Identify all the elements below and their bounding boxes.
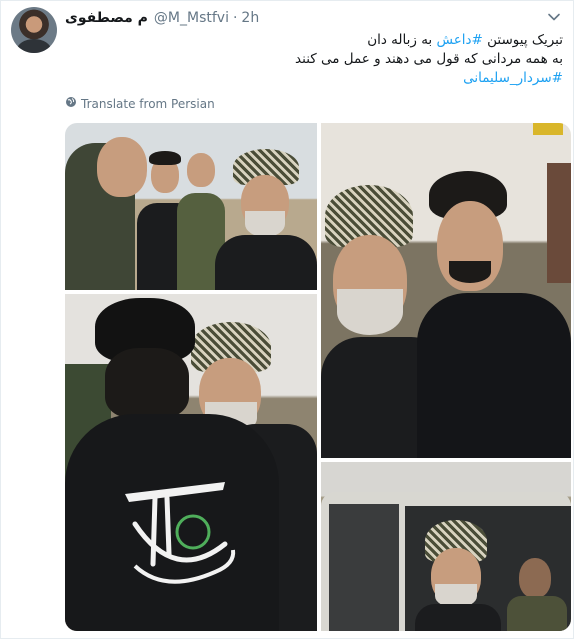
translate-label: Translate from Persian [81,96,215,111]
avatar-shirt [17,39,51,53]
text-fragment: به زباله دان [367,32,437,48]
tshirt-print [125,482,236,584]
timestamp[interactable]: 2h [241,10,259,26]
media-grid [65,123,571,631]
photo-4[interactable] [321,462,571,631]
person-shape [547,163,571,283]
photo-1[interactable] [65,123,317,290]
person-shape [415,604,501,631]
person-beard [337,289,403,335]
person-face [519,558,551,598]
tweet-header: م مصطفوی @M_Mstfvi · 2h [65,9,259,27]
separator-dot: · [232,10,238,26]
text-fragment: تبریک پیوستن [482,32,563,48]
photo-2[interactable] [321,123,571,458]
avatar[interactable] [11,7,57,53]
person-hair [105,348,189,418]
tweet-line-1: تبریک پیوستن #داعش به زباله دان [63,31,563,50]
person-shape [507,596,567,631]
person-shape [417,293,571,458]
tweet-card[interactable]: م مصطفوی @M_Mstfvi · 2h تبریک پیوستن #دا… [0,0,574,639]
person-shape [215,235,317,290]
tweet-line-2: به همه مردانی که قول می دهند و عمل می کن… [295,51,563,67]
person-face [187,153,215,187]
globe-icon [65,96,81,111]
car-window [329,504,399,631]
translate-link[interactable]: Translate from Persian [65,96,215,111]
person-hair [149,151,181,165]
photo-3[interactable] [65,294,317,631]
screen-name[interactable]: @M_Mstfvi [154,10,229,26]
person-face [97,137,147,197]
person-beard [449,261,491,283]
person-beard [245,211,285,237]
flag-shape [533,123,563,135]
full-name[interactable]: م مصطفوی [65,10,148,26]
chevron-down-icon[interactable] [547,9,561,23]
hashtag-link[interactable]: #داعش [436,32,482,48]
tweet-text: تبریک پیوستن #داعش به زباله دان به همه م… [63,31,563,88]
hashtag-link[interactable]: #سردار_سلیمانی [63,69,563,88]
